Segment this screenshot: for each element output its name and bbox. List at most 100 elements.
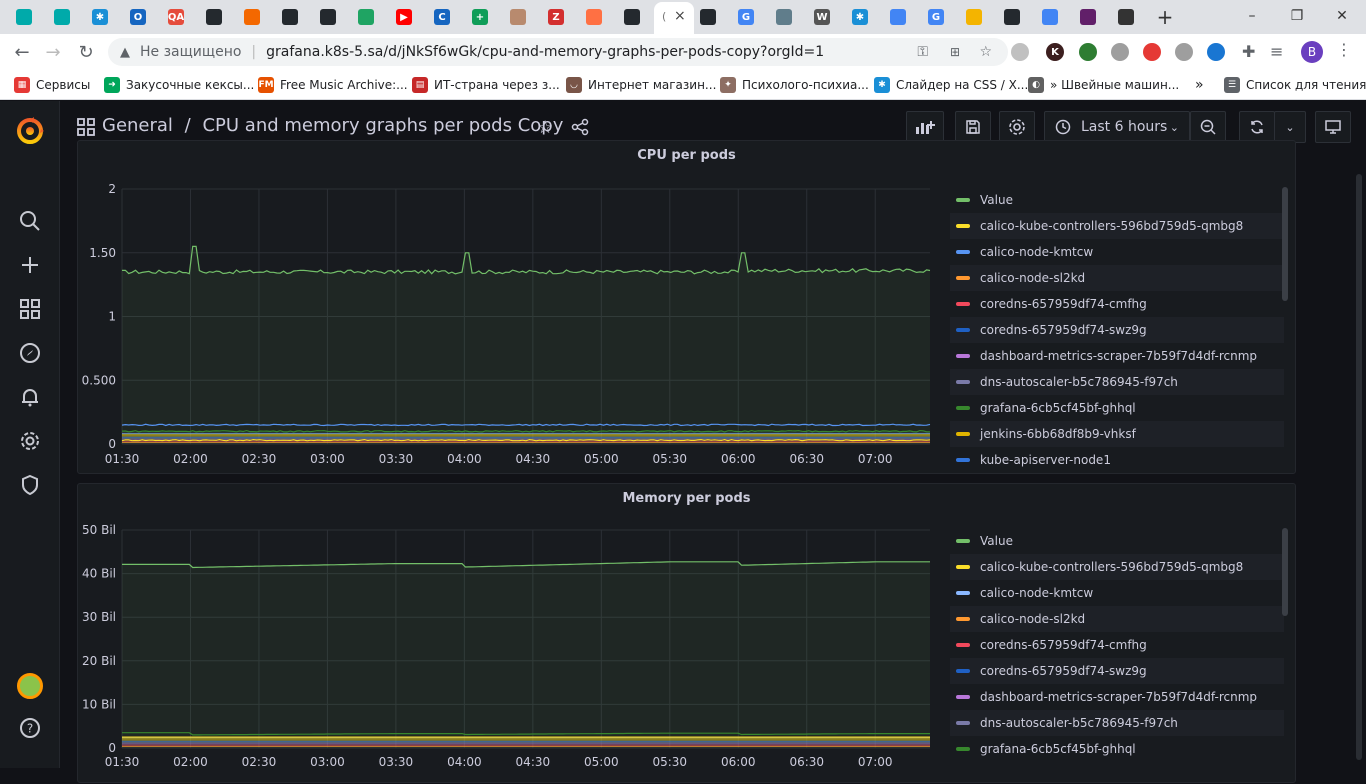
dashboards-grid-icon[interactable] bbox=[14, 293, 46, 325]
browser-tab[interactable] bbox=[314, 6, 342, 28]
page-scrollbar[interactable] bbox=[1356, 174, 1362, 760]
new-tab-button[interactable]: + bbox=[1152, 4, 1178, 30]
browser-tab[interactable]: ✱ bbox=[846, 6, 874, 28]
view-mode-button[interactable] bbox=[1315, 111, 1351, 143]
browser-tab[interactable] bbox=[504, 6, 532, 28]
cpu-plot[interactable]: 2 1.50 1 0.500 001:30 02:00 02:30 03:00 03:30 04:… bbox=[78, 141, 948, 475]
browser-tab[interactable]: G bbox=[922, 6, 950, 28]
share-icon[interactable] bbox=[571, 118, 589, 140]
help-icon[interactable]: ? bbox=[14, 712, 46, 744]
legend-item[interactable]: coredns-657959df74-cmfhg bbox=[950, 632, 1284, 658]
browser-tab[interactable]: O bbox=[124, 6, 152, 28]
legend-item[interactable]: calico-node-kmtcw bbox=[950, 239, 1284, 265]
browser-tab[interactable] bbox=[884, 6, 912, 28]
legend-item[interactable]: dashboard-metrics-scraper-7b59f7d4df-rcn… bbox=[950, 343, 1284, 369]
bookmark-item[interactable]: FM Free Music Archive:... bbox=[258, 77, 408, 93]
legend-item[interactable]: Value bbox=[950, 187, 1284, 213]
refresh-interval-dropdown[interactable]: ⌄ bbox=[1274, 111, 1306, 143]
browser-menu-icon[interactable]: ⋮ bbox=[1336, 40, 1352, 59]
memory-plot[interactable]: 50 Bil 40 Bil 30 Bil 20 Bil 10 Bil 001:30 02:0… bbox=[78, 484, 948, 784]
browser-tab[interactable] bbox=[960, 6, 988, 28]
browser-tab[interactable]: ▶ bbox=[390, 6, 418, 28]
forward-button[interactable]: → bbox=[40, 40, 66, 64]
browser-tab[interactable] bbox=[1074, 6, 1102, 28]
extension-icon[interactable]: K bbox=[1046, 43, 1064, 61]
extension-icon[interactable] bbox=[1143, 43, 1161, 61]
save-dashboard-button[interactable] bbox=[955, 111, 991, 143]
bookmark-item[interactable]: ✦ Психолого-психиа... bbox=[720, 77, 869, 93]
dashboard-title[interactable]: CPU and memory graphs per pods Copy bbox=[202, 115, 563, 136]
legend-item[interactable]: calico-kube-controllers-596bd759d5-qmbg8 bbox=[950, 213, 1284, 239]
search-icon[interactable] bbox=[14, 205, 46, 237]
legend-item[interactable]: dashboard-metrics-scraper-7b59f7d4df-rcn… bbox=[950, 684, 1284, 710]
bookmark-item[interactable]: ▤ ИТ-страна через з... bbox=[412, 77, 560, 93]
bookmark-item[interactable]: ▦ Сервисы bbox=[14, 77, 90, 93]
legend-item[interactable]: grafana-6cb5cf45bf-ghhql bbox=[950, 736, 1284, 762]
browser-tab[interactable] bbox=[200, 6, 228, 28]
browser-tab[interactable] bbox=[770, 6, 798, 28]
legend-item[interactable]: dns-autoscaler-b5c786945-f97ch bbox=[950, 369, 1284, 395]
browser-tab[interactable] bbox=[238, 6, 266, 28]
browser-tab[interactable]: C bbox=[428, 6, 456, 28]
active-tab[interactable]: ( × bbox=[654, 2, 694, 34]
configuration-gear-icon[interactable] bbox=[14, 425, 46, 457]
browser-tab[interactable] bbox=[276, 6, 304, 28]
extension-icon[interactable] bbox=[1175, 43, 1193, 61]
extensions-puzzle-icon[interactable]: ✚ bbox=[1242, 42, 1255, 61]
legend-item[interactable]: coredns-657959df74-cmfhg bbox=[950, 291, 1284, 317]
extension-icon[interactable] bbox=[1079, 43, 1097, 61]
reading-list-icon[interactable]: ≡ bbox=[1270, 42, 1283, 61]
time-range-picker[interactable]: Last 6 hours ⌄ bbox=[1044, 111, 1190, 143]
legend-item[interactable]: calico-kube-controllers-596bd759d5-qmbg8 bbox=[950, 554, 1284, 580]
address-bar[interactable]: ▲ Не защищено | grafana.k8s-5.sa/d/jNkSf… bbox=[108, 38, 1008, 66]
legend-item[interactable]: coredns-657959df74-swz9g bbox=[950, 317, 1284, 343]
browser-tab[interactable]: W bbox=[808, 6, 836, 28]
legend-item[interactable]: calico-node-sl2kd bbox=[950, 606, 1284, 632]
browser-tab[interactable] bbox=[998, 6, 1026, 28]
browser-tab[interactable]: G bbox=[732, 6, 760, 28]
window-close-button[interactable]: ✕ bbox=[1320, 0, 1364, 32]
minimize-button[interactable]: – bbox=[1230, 0, 1274, 32]
extension-icon[interactable] bbox=[1111, 43, 1129, 61]
bookmark-item[interactable]: ✱ Слайдер на CSS / Х... bbox=[874, 77, 1028, 93]
legend-scrollbar[interactable] bbox=[1282, 528, 1288, 616]
legend-item[interactable]: grafana-6cb5cf45bf-ghhql bbox=[950, 395, 1284, 421]
legend-item[interactable]: dns-autoscaler-b5c786945-f97ch bbox=[950, 710, 1284, 736]
bookmark-star-icon[interactable]: ☆ bbox=[979, 44, 992, 60]
key-icon[interactable]: ⚿ bbox=[917, 44, 928, 60]
browser-tab[interactable] bbox=[580, 6, 608, 28]
bookmarks-overflow[interactable]: » bbox=[1195, 77, 1204, 93]
create-plus-icon[interactable] bbox=[14, 249, 46, 281]
add-panel-button[interactable] bbox=[906, 111, 944, 143]
browser-tab[interactable] bbox=[694, 6, 722, 28]
browser-tab[interactable] bbox=[48, 6, 76, 28]
refresh-button[interactable] bbox=[1239, 111, 1275, 143]
browser-tab[interactable]: ✱ bbox=[86, 6, 114, 28]
translate-icon[interactable]: ⊞ bbox=[950, 45, 960, 59]
security-label[interactable]: Не защищено bbox=[140, 44, 241, 60]
legend-item[interactable]: Value bbox=[950, 528, 1284, 554]
browser-tab[interactable] bbox=[618, 6, 646, 28]
legend-item[interactable]: kube-apiserver-node1 bbox=[950, 447, 1284, 473]
legend-item[interactable]: coredns-657959df74-swz9g bbox=[950, 658, 1284, 684]
back-button[interactable]: ← bbox=[9, 40, 35, 64]
maximize-button[interactable]: ❐ bbox=[1275, 0, 1319, 32]
breadcrumb-folder[interactable]: General bbox=[102, 115, 173, 136]
favorite-star-icon[interactable]: ☆ bbox=[537, 117, 553, 138]
bookmark-item[interactable]: ◐ » Швейные машин... bbox=[1028, 77, 1179, 93]
legend-scrollbar[interactable] bbox=[1282, 187, 1288, 301]
grafana-logo-icon[interactable] bbox=[14, 115, 46, 147]
browser-tab[interactable]: QA bbox=[162, 6, 190, 28]
server-admin-shield-icon[interactable] bbox=[14, 469, 46, 501]
browser-tab[interactable] bbox=[10, 6, 38, 28]
extension-icon[interactable] bbox=[1011, 43, 1029, 61]
dashboard-settings-button[interactable] bbox=[999, 111, 1035, 143]
browser-tab[interactable]: + bbox=[466, 6, 494, 28]
browser-tab[interactable] bbox=[1036, 6, 1064, 28]
bookmark-item[interactable]: ◡ Интернет магазин... bbox=[566, 77, 716, 93]
browser-tab[interactable]: Z bbox=[542, 6, 570, 28]
bookmark-item[interactable]: ➜ Закусочные кексы... bbox=[104, 77, 254, 93]
browser-tab[interactable] bbox=[1112, 6, 1140, 28]
bookmark-item[interactable]: ☰ Список для чтения bbox=[1224, 77, 1366, 93]
profile-avatar[interactable]: B bbox=[1301, 41, 1323, 63]
